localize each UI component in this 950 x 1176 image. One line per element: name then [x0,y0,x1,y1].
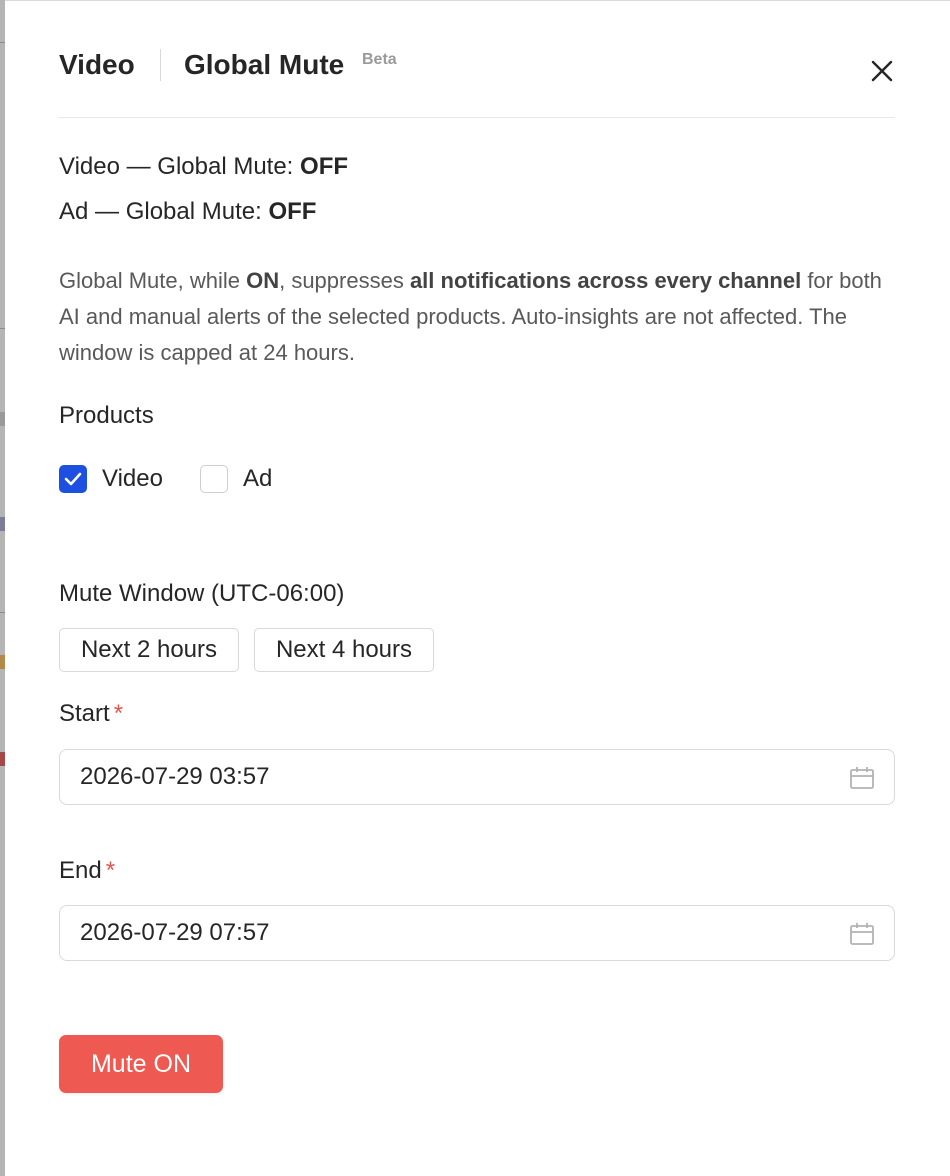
video-mute-status-label: Video — Global Mute: [59,153,301,180]
start-datetime-input[interactable] [80,750,820,804]
global-mute-description: Global Mute, while ON, suppresses all no… [59,263,899,371]
tab-video[interactable]: Video [59,49,135,81]
tab-global-mute[interactable]: Global Mute [184,49,344,81]
next-2-hours-button[interactable]: Next 2 hours [59,628,239,672]
next-4-hours-button[interactable]: Next 4 hours [254,628,434,672]
ad-mute-status: Ad — Global Mute: OFF [59,198,316,226]
calendar-icon[interactable] [849,766,875,790]
video-mute-status-value: OFF [300,153,349,180]
start-datetime-picker[interactable] [59,749,895,805]
product-checkbox-ad[interactable]: Ad [200,463,272,495]
close-button[interactable] [868,57,896,85]
start-label: Start * [59,700,123,728]
ad-mute-status-value: OFF [268,198,317,225]
end-label: End * [59,857,115,885]
description-scope: all notifications across every channel [409,268,802,293]
calendar-icon[interactable] [849,922,875,946]
end-label-text: End [59,857,102,884]
description-on: ON [246,268,280,293]
end-required-mark: * [105,857,116,884]
mute-window-label: Mute Window (UTC-06:00) [59,580,345,607]
video-mute-status: Video — Global Mute: OFF [59,153,348,181]
checkbox-video[interactable] [59,465,87,493]
products-label: Products [59,402,154,429]
ad-mute-status-label: Ad — Global Mute: [59,198,269,225]
drawer-header: Video Global Mute Beta [59,43,895,118]
start-label-text: Start [59,700,110,727]
checkbox-video-label: Video [102,465,163,492]
beta-badge: Beta [362,51,397,68]
end-datetime-picker[interactable] [59,905,895,961]
mute-on-button[interactable]: Mute ON [59,1035,223,1093]
global-mute-drawer: Video Global Mute Beta Video — Global Mu… [5,0,950,1176]
description-text-2: , suppresses [279,268,410,293]
product-checkbox-video[interactable]: Video [59,463,163,495]
close-icon [871,60,893,82]
end-datetime-input[interactable] [80,906,820,960]
description-text-1: Global Mute, while [59,268,247,293]
check-icon [64,472,82,486]
checkbox-ad-label: Ad [243,465,273,492]
header-divider [160,49,161,81]
start-required-mark: * [113,700,124,727]
checkbox-ad[interactable] [200,465,228,493]
